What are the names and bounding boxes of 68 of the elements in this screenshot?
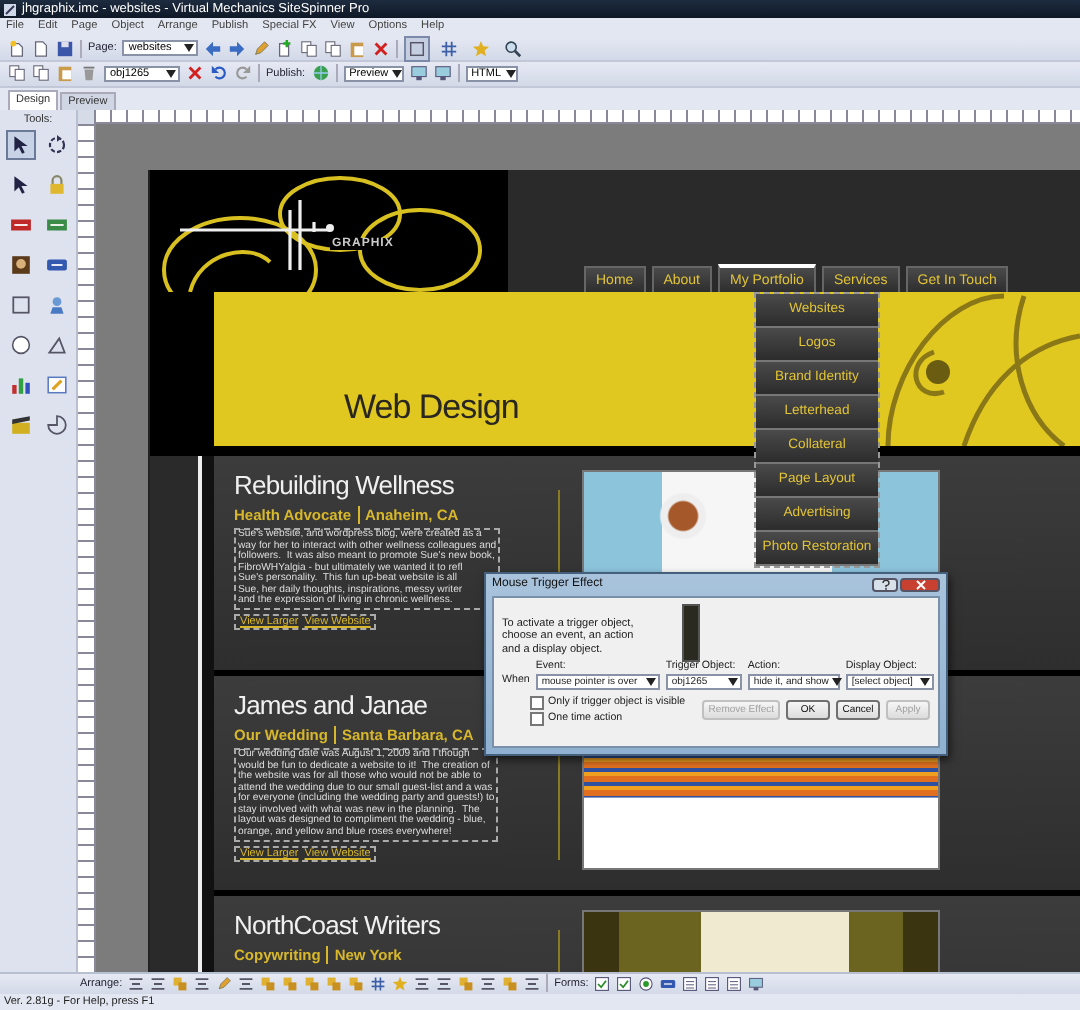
- circle-icon: [9, 333, 31, 356]
- checkbox[interactable]: [530, 711, 544, 726]
- caret-icon: [505, 69, 516, 78]
- undo-icon[interactable]: [210, 64, 228, 83]
- help-icon: [881, 579, 889, 590]
- list-icon[interactable]: [726, 975, 743, 992]
- list-icon[interactable]: [704, 975, 721, 992]
- frame-icon: [408, 39, 427, 57]
- star-icon[interactable]: [392, 975, 409, 992]
- grid-icon: [440, 39, 459, 57]
- search-icon: [504, 39, 523, 57]
- clipboard-icon[interactable]: [348, 39, 367, 57]
- star-icon: [472, 39, 491, 57]
- project-title: Rebuilding Wellness: [234, 469, 454, 500]
- align-icon[interactable]: [480, 975, 497, 992]
- checkbox[interactable]: [530, 695, 544, 710]
- globe-icon[interactable]: [311, 64, 330, 83]
- caret-icon: [166, 69, 176, 78]
- angle-icon: [45, 333, 67, 356]
- align-icon[interactable]: [436, 975, 453, 992]
- checkbox-icon[interactable]: [594, 975, 611, 992]
- project-title: NorthCoast Writers: [234, 909, 441, 940]
- bar-chart-icon: [9, 373, 31, 396]
- new-document-icon[interactable]: [8, 39, 26, 57]
- view-mode-button[interactable]: [404, 35, 431, 61]
- left-arrow-icon[interactable]: [204, 39, 223, 57]
- right-arrow-icon[interactable]: [228, 39, 247, 57]
- grid-icon[interactable]: [370, 975, 387, 992]
- close-icon: [915, 579, 925, 590]
- pie-icon: [45, 413, 67, 436]
- shapes-icon: [45, 293, 67, 316]
- pointer-icon: [9, 173, 31, 196]
- app-icon: [4, 3, 16, 15]
- align-icon[interactable]: [238, 975, 255, 992]
- align-icon[interactable]: [128, 975, 145, 992]
- delete-icon[interactable]: [372, 39, 391, 57]
- list-icon[interactable]: [682, 975, 699, 992]
- padlock-icon: [45, 173, 67, 196]
- monitor-icon[interactable]: [409, 64, 428, 83]
- help-button[interactable]: [872, 577, 898, 592]
- object-preview: [682, 603, 700, 662]
- tool-button[interactable]: [5, 129, 35, 160]
- caret-icon: [184, 44, 195, 52]
- checkbox-icon[interactable]: [616, 975, 633, 992]
- edit-picture-icon: [45, 373, 67, 396]
- close-button[interactable]: [900, 577, 940, 592]
- project-title: James and Janae: [234, 689, 428, 720]
- caret-icon: [392, 69, 403, 78]
- align-icon[interactable]: [150, 975, 167, 992]
- align-icon[interactable]: [414, 975, 431, 992]
- picture-icon: [9, 253, 31, 276]
- rotate-icon: [45, 133, 67, 156]
- frame-icon: [9, 293, 31, 316]
- pointer-icon: [9, 133, 31, 156]
- trash-icon[interactable]: [80, 64, 98, 83]
- radio-icon[interactable]: [638, 975, 655, 992]
- monitor-icon[interactable]: [433, 64, 452, 83]
- add-page-icon[interactable]: [276, 39, 295, 57]
- align-icon[interactable]: [524, 975, 541, 992]
- delete-icon[interactable]: [186, 64, 204, 83]
- monitor-icon[interactable]: [748, 975, 765, 992]
- view-mode-button[interactable]: [500, 35, 527, 61]
- clapperboard-icon: [9, 413, 31, 436]
- banner-title: Web Design: [344, 387, 519, 428]
- align-icon[interactable]: [194, 975, 211, 992]
- button-icon[interactable]: [660, 975, 677, 992]
- clipboard-icon[interactable]: [56, 64, 74, 83]
- tool-button[interactable]: [41, 409, 71, 440]
